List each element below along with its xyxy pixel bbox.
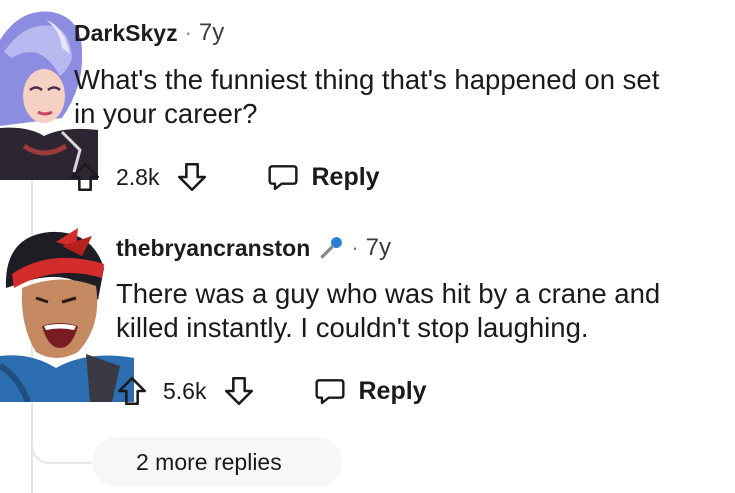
reply-label: Reply: [311, 162, 380, 191]
comment-body-line: What's the funniest thing that's happene…: [74, 64, 660, 95]
upvote-button[interactable]: [115, 374, 149, 408]
meta-separator: ·: [351, 235, 359, 260]
comment-actions: 2.8k Reply: [68, 160, 380, 194]
meta-separator: ·: [184, 20, 192, 45]
more-replies-label: 2 more replies: [136, 448, 282, 475]
upvote-button[interactable]: [68, 160, 102, 194]
comment-body: There was a guy who was hit by a crane a…: [116, 277, 660, 345]
comment-actions: 5.6k Reply: [115, 374, 427, 408]
arrow-up-icon: [117, 376, 147, 406]
username[interactable]: thebryancranston: [116, 235, 310, 262]
reply-button[interactable]: Reply: [314, 375, 427, 407]
downvote-button[interactable]: [175, 160, 209, 194]
comment-meta: DarkSkyz · 7y: [74, 19, 224, 47]
arrow-up-icon: [70, 162, 100, 192]
vote-count: 2.8k: [116, 163, 160, 190]
comment-body-line: There was a guy who was hit by a crane a…: [116, 278, 661, 309]
avatar[interactable]: [0, 226, 134, 402]
speech-bubble-icon: [268, 165, 299, 191]
comment-body-line: in your career?: [74, 98, 258, 129]
thread-branch-line: [31, 430, 91, 464]
more-replies-button[interactable]: 2 more replies: [92, 437, 342, 487]
comment-body-line: killed instantly. I couldn't stop laughi…: [116, 312, 589, 343]
microphone-icon: [320, 237, 343, 259]
comment-body: What's the funniest thing that's happene…: [74, 63, 659, 131]
comment-meta: thebryancranston · 7y: [116, 234, 391, 262]
arrow-down-icon: [178, 162, 207, 192]
vote-count: 5.6k: [163, 377, 207, 404]
downvote-button[interactable]: [222, 374, 256, 408]
arrow-down-icon: [225, 376, 254, 406]
username[interactable]: DarkSkyz: [74, 20, 178, 47]
reply-button[interactable]: Reply: [267, 161, 380, 193]
comment-age[interactable]: 7y: [199, 19, 224, 47]
reply-label: Reply: [358, 376, 427, 405]
speech-bubble-icon: [315, 379, 346, 405]
user-flair: [318, 235, 344, 261]
comment-age[interactable]: 7y: [366, 234, 391, 262]
